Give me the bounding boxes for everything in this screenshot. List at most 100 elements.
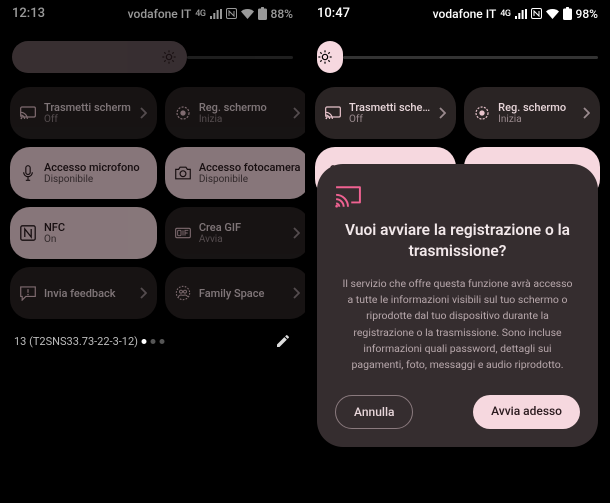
status-time: 12:13 [12,6,45,21]
battery-icon [258,7,267,20]
nfc-icon [20,225,36,241]
brightness-icon [317,49,333,65]
battery-icon [563,7,572,20]
tile-sub: Inizia [498,114,574,125]
tile-label: Invia feedback [44,287,131,300]
feedback-icon [20,285,36,301]
camera-icon [175,165,191,181]
chevron-right-icon [139,287,147,299]
gif-icon [175,225,191,241]
tile-label: Crea GIF [199,221,285,234]
record-icon [474,105,490,121]
cancel-button[interactable]: Annulla [335,395,413,429]
network-type: 4G [500,9,510,19]
brightness-track [187,56,293,59]
tile-label: Trasmetti sche… [349,101,430,114]
status-right: vodafone IT 4G 98% [433,7,598,21]
build-label: 13 (T2SNS33.73-22-3-12) [14,335,138,348]
cast-icon [325,105,341,121]
chevron-right-icon [139,107,147,119]
tile-nfc[interactable]: NFCOn [10,207,157,259]
tile-sub: Inizia [199,114,285,125]
dot [150,339,155,344]
brightness-thumb[interactable] [12,41,187,73]
signal-icon [210,9,222,19]
quick-tiles: Trasmetti schermOff Reg. schermoInizia Acc… [0,81,305,325]
page-indicator[interactable] [141,339,164,344]
tile-sub: Off [44,114,131,125]
footer: 13 (T2SNS33.73-22-3-12) [0,325,305,357]
dialog-title: Vuoi avviare la registrazione o la trasm… [335,220,580,262]
tile-sub: Disponibile [199,174,301,185]
tile-feedback[interactable]: Invia feedback [10,267,157,319]
wifi-icon [241,9,254,19]
mic-icon [20,165,36,181]
carrier-label: vodafone IT [433,7,497,21]
tile-text: NFCOn [44,221,147,245]
cast-icon [20,105,36,121]
nfc-status-icon [226,8,237,19]
tile-label: Reg. schermo [199,101,285,114]
tile-label: Trasmetti scherm [44,101,131,114]
confirm-button[interactable]: Avvia adesso [473,395,580,429]
tile-text: Reg. schermoInizia [199,101,285,125]
tile-label: Reg. schermo [498,101,574,114]
tile-text: Trasmetti sche…Off [349,101,430,125]
battery-percent: 98% [576,7,598,21]
tile-text: Invia feedback [44,287,131,300]
screen-capture-dialog: Vuoi avviare la registrazione o la trasm… [317,164,598,447]
tile-text: Reg. schermoInizia [498,101,574,125]
tile-cast[interactable]: Trasmetti schermOff [10,87,157,139]
dialog-body: Il servizio che offre questa funzione av… [335,276,580,374]
record-icon [175,105,191,121]
signal-icon [515,9,527,19]
dialog-buttons: Annulla Avvia adesso [335,395,580,429]
nfc-status-icon [531,8,542,19]
chevron-right-icon [292,107,300,119]
status-right: vodafone IT 4G 88% [128,7,293,21]
chevron-right-icon [292,227,300,239]
tile-text: Family Space [199,287,285,300]
battery-percent: 88% [271,7,293,21]
tile-record[interactable]: Reg. schermoInizia [464,87,600,139]
chevron-right-icon [438,107,446,119]
tile-cast[interactable]: Trasmetti sche…Off [315,87,456,139]
tile-label: Family Space [199,287,285,300]
tile-sub: On [44,234,147,245]
carrier-label: vodafone IT [128,7,192,21]
tile-sub: Off [349,114,430,125]
tile-sub: Avvia [199,234,285,245]
brightness-slider[interactable] [305,23,610,81]
tile-label: NFC [44,221,147,234]
tile-label: Accesso fotocamera [199,161,301,174]
brightness-icon [161,49,177,65]
tile-family[interactable]: Family Space [165,267,311,319]
tile-text: Accesso microfonoDisponibile [44,161,147,185]
status-time: 10:47 [317,6,350,21]
status-bar: 10:47 vodafone IT 4G 98% [305,0,610,23]
tile-mic[interactable]: Accesso microfonoDisponibile [10,147,157,199]
dot [141,339,146,344]
tile-text: Trasmetti schermOff [44,101,131,125]
status-bar: 12:13 vodafone IT 4G 88% [0,0,305,23]
edit-button[interactable] [275,333,291,349]
screen-left: 12:13 vodafone IT 4G 88% Tras [0,0,305,503]
wifi-icon [546,9,559,19]
tile-sub: Disponibile [44,174,147,185]
tile-record[interactable]: Reg. schermoInizia [165,87,311,139]
cast-warning-icon [335,186,580,208]
chevron-right-icon [582,107,590,119]
family-icon [175,285,191,301]
tile-gif[interactable]: Crea GIFAvvia [165,207,311,259]
chevron-right-icon [292,287,300,299]
tile-text: Accesso fotocameraDisponibile [199,161,301,185]
brightness-track [343,56,598,59]
brightness-slider[interactable] [0,23,305,81]
screen-right: 10:47 vodafone IT 4G 98% Trasmetti sche…… [305,0,610,503]
tile-camera[interactable]: Accesso fotocameraDisponibile [165,147,311,199]
network-type: 4G [195,9,205,19]
tile-text: Crea GIFAvvia [199,221,285,245]
brightness-thumb[interactable] [317,41,343,73]
dot [159,339,164,344]
tile-label: Accesso microfono [44,161,147,174]
